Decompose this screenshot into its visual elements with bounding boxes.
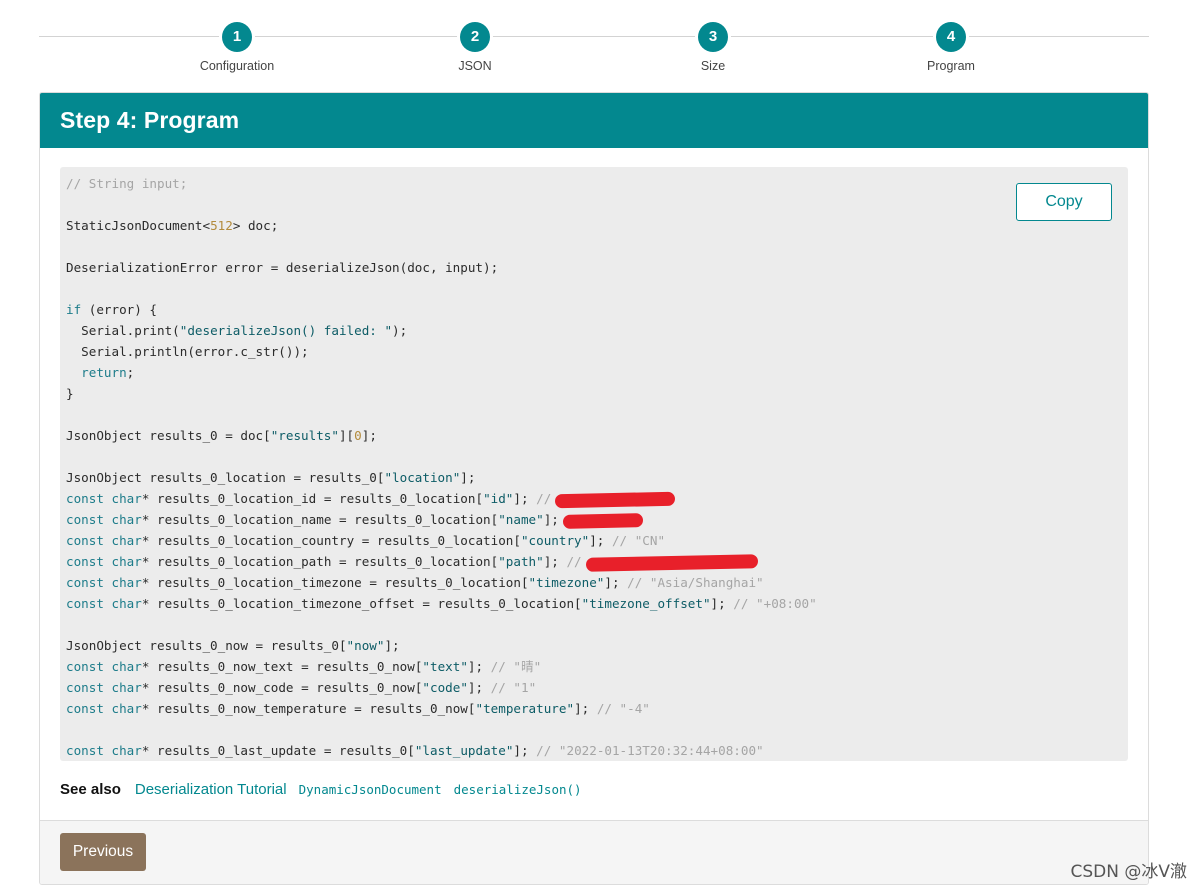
code-line: const char* results_0_now_text = results…	[66, 659, 542, 674]
step-label: JSON	[458, 59, 492, 73]
code-line: const char* results_0_location_timezone_…	[66, 596, 817, 611]
code-line: JsonObject results_0_now = results_0["no…	[66, 638, 400, 653]
step-size[interactable]: 3 Size	[653, 22, 773, 73]
step-number: 4	[936, 22, 966, 52]
copy-button[interactable]: Copy	[1016, 183, 1112, 221]
code-line: if (error) {	[66, 302, 157, 317]
redaction-mark	[562, 512, 644, 529]
code-line: const char* results_0_now_code = results…	[66, 680, 537, 695]
redaction-mark	[585, 553, 758, 572]
page-title: Step 4: Program	[60, 107, 240, 133]
step-number: 3	[698, 22, 728, 52]
program-card: Step 4: Program // String input; StaticJ…	[39, 92, 1149, 885]
code-line: StaticJsonDocument<512> doc;	[66, 218, 279, 233]
previous-button[interactable]: Previous	[60, 833, 146, 871]
code-listing[interactable]: // String input; StaticJsonDocument<512>…	[60, 167, 1128, 767]
code-line: const char* results_0_last_update = resu…	[66, 743, 764, 758]
code-line: const char* results_0_location_id = resu…	[66, 488, 1122, 509]
step-label: Configuration	[199, 59, 275, 73]
step-number: 2	[460, 22, 490, 52]
code-line: // String input;	[66, 176, 188, 191]
card-footer: Previous	[40, 820, 1148, 884]
code-line: JsonObject results_0 = doc["results"][0]…	[66, 428, 377, 443]
code-line: }	[66, 386, 74, 401]
link-dynamicjsondocument[interactable]: DynamicJsonDocument	[299, 782, 442, 797]
code-line: const char* results_0_now_temperature = …	[66, 701, 650, 716]
link-deserialization-tutorial[interactable]: Deserialization Tutorial	[135, 781, 287, 798]
link-deserializejson[interactable]: deserializeJson()	[454, 782, 582, 797]
code-line: const char* results_0_location_name = re…	[66, 509, 1122, 530]
card-header: Step 4: Program	[40, 93, 1148, 148]
step-json[interactable]: 2 JSON	[415, 22, 535, 73]
code-line: return;	[81, 365, 135, 380]
code-line: const char* results_0_location_path = re…	[66, 551, 1122, 572]
see-also: See also Deserialization Tutorial Dynami…	[60, 781, 582, 798]
step-label: Size	[700, 59, 726, 73]
step-configuration[interactable]: 1 Configuration	[177, 22, 297, 73]
step-label: Program	[927, 59, 975, 73]
step-number: 1	[222, 22, 252, 52]
code-block: // String input; StaticJsonDocument<512>…	[60, 167, 1128, 761]
code-line: const char* results_0_location_timezone …	[66, 575, 764, 590]
see-also-label: See also	[60, 781, 121, 798]
step-program[interactable]: 4 Program	[891, 22, 1011, 73]
code-line: JsonObject results_0_location = results_…	[66, 470, 476, 485]
code-line: Serial.println(error.c_str());	[66, 344, 309, 359]
watermark: CSDN @冰V澈	[1070, 862, 1187, 882]
progress-stepper: 1 Configuration 2 JSON 3 Size 4 Program	[39, 22, 1149, 78]
redaction-mark	[555, 491, 676, 508]
code-line: DeserializationError error = deserialize…	[66, 260, 499, 275]
code-line: const char* results_0_location_country =…	[66, 533, 666, 548]
code-line: Serial.print("deserializeJson() failed: …	[66, 323, 408, 338]
